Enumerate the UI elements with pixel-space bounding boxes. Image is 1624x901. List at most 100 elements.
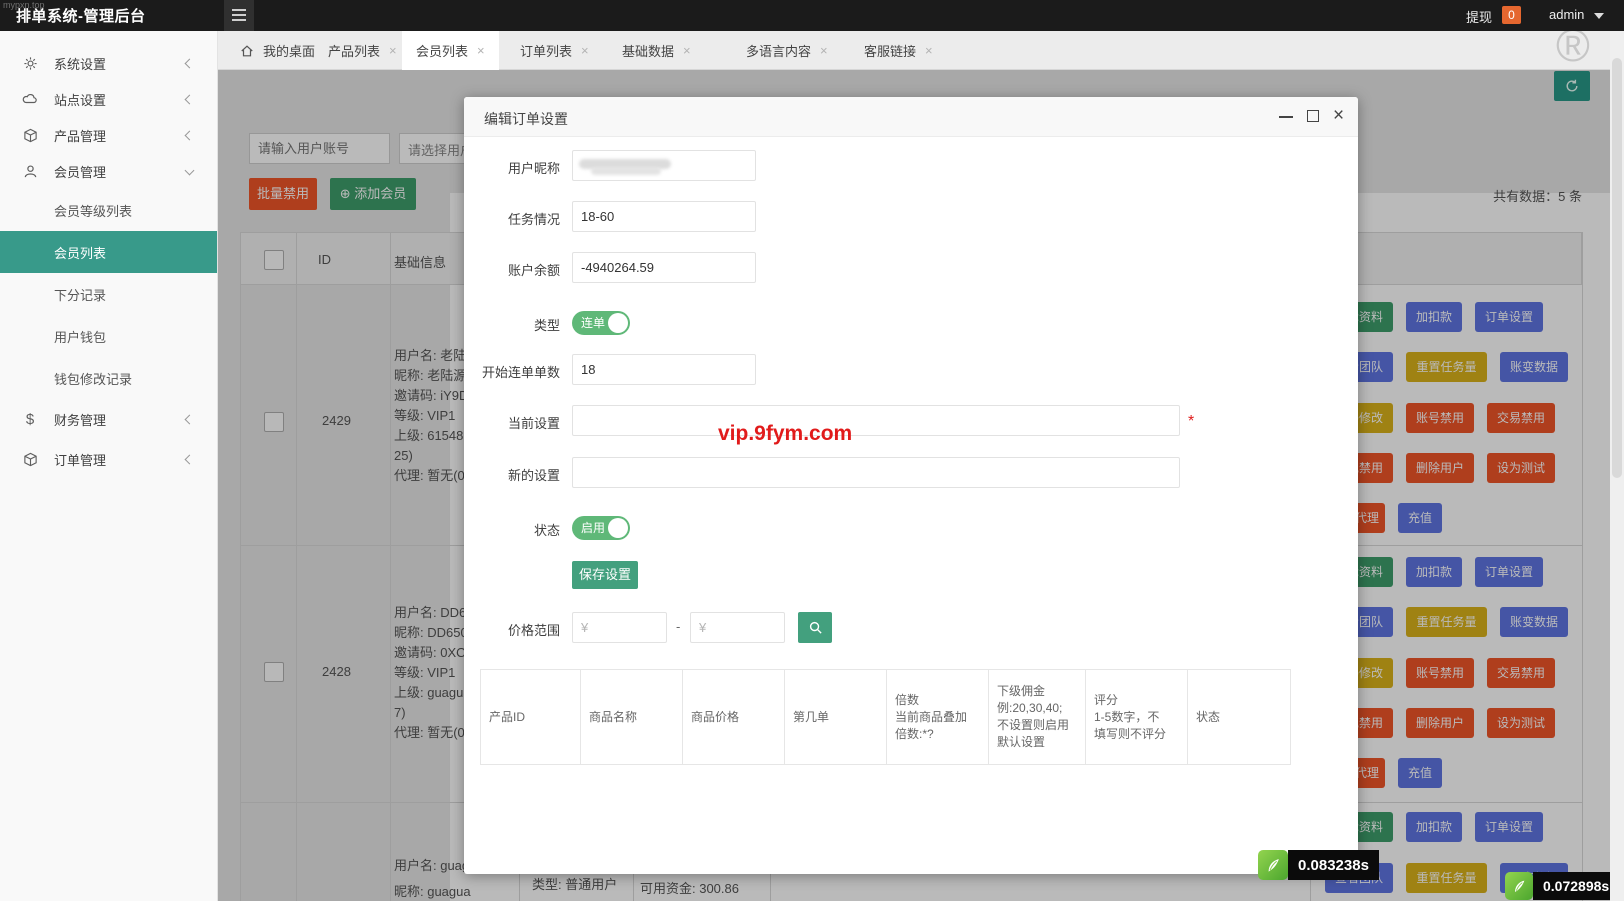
- sidebar-item-member-management[interactable]: 会员管理: [0, 153, 217, 189]
- gear-icon: [22, 55, 38, 71]
- field-label: 任务情况: [507, 212, 560, 227]
- column-header: 下级佣金 例:20,30,40; 不设置则启用 默认设置: [989, 670, 1086, 764]
- sidebar-item-order-management[interactable]: 订单管理: [0, 439, 217, 479]
- tab-label: 会员列表: [416, 44, 469, 59]
- chevron-left-icon: [184, 58, 195, 68]
- box-icon: [22, 451, 38, 467]
- tab-product-list[interactable]: 产品列表 ×: [314, 31, 411, 70]
- price-max-field[interactable]: [690, 612, 785, 643]
- field-label: 状态: [533, 523, 560, 538]
- tab-label: 基础数据: [622, 44, 675, 59]
- close-icon[interactable]: ×: [683, 43, 691, 58]
- price-min-field[interactable]: [572, 612, 667, 643]
- column-header: 产品ID: [481, 670, 581, 764]
- sidebar-item-product-management[interactable]: 产品管理: [0, 117, 217, 153]
- toggle-label: 启用: [581, 521, 606, 535]
- field-label: 价格范围: [507, 623, 560, 638]
- field-label: 开始连单单数: [481, 365, 560, 380]
- sidebar-item-label: 财务管理: [54, 412, 107, 428]
- corner-watermark: mypxn.top: [3, 0, 45, 10]
- site-watermark: vip.9fym.com: [718, 422, 853, 445]
- hamburger-icon: [232, 9, 246, 11]
- maximize-icon[interactable]: [1307, 110, 1319, 122]
- admin-user-menu[interactable]: admin: [1549, 7, 1584, 22]
- chevron-down-icon: [184, 165, 195, 176]
- task-status-field[interactable]: [572, 201, 756, 232]
- tab-multilanguage[interactable]: 多语言内容 ×: [732, 31, 842, 70]
- save-settings-button[interactable]: 保存设置: [572, 561, 638, 589]
- sidebar-item-label: 下分记录: [54, 287, 107, 303]
- hamburger-icon: [232, 19, 246, 21]
- field-label: 用户昵称: [507, 161, 560, 176]
- tab-base-data[interactable]: 基础数据 ×: [608, 31, 705, 70]
- cloud-icon: [22, 91, 38, 107]
- tab-label: 多语言内容: [746, 44, 812, 59]
- timer-text: 0.083238s: [1288, 850, 1379, 880]
- start-chain-count-field[interactable]: [572, 354, 756, 385]
- chevron-left-icon: [184, 130, 195, 140]
- current-setting-field[interactable]: [572, 405, 1180, 436]
- withdraw-link[interactable]: 提现: [1466, 7, 1492, 26]
- nickname-field[interactable]: [572, 150, 756, 181]
- top-header-bar: mypxn.top 排单系统-管理后台 提现 0 admin: [0, 0, 1624, 31]
- search-icon: [809, 621, 822, 634]
- person-icon: [22, 163, 38, 179]
- close-icon[interactable]: ×: [820, 43, 828, 58]
- modal-title: 编辑订单设置: [484, 111, 568, 127]
- price-search-button[interactable]: [798, 612, 832, 643]
- column-header: 第几单: [785, 670, 887, 764]
- app-root: mypxn.top 排单系统-管理后台 提现 0 admin 我的桌面 产品列表…: [0, 0, 1624, 901]
- edit-order-settings-modal: 编辑订单设置 × 用户昵称 任务情况 账户余额 类型 连单 开始连单单数 当前设…: [464, 97, 1358, 874]
- sidebar-item-downscore-records[interactable]: 下分记录: [0, 273, 217, 315]
- load-time-badge: 0.072898s: [1505, 872, 1620, 900]
- chevron-left-icon: [184, 454, 195, 464]
- tab-label: 订单列表: [520, 44, 573, 59]
- redacted-text: [591, 167, 661, 175]
- close-icon[interactable]: ×: [1333, 105, 1344, 127]
- sidebar-item-wallet-modify-records[interactable]: 钱包修改记录: [0, 357, 217, 399]
- column-header: 状态: [1196, 709, 1221, 724]
- field-label: 账户余额: [507, 263, 560, 278]
- field-label: 新的设置: [507, 468, 560, 483]
- close-icon[interactable]: ×: [581, 43, 589, 58]
- product-settings-table: 产品ID 商品名称 商品价格 第几单 倍数 当前商品叠加 倍数:*? 下级佣金 …: [480, 669, 1291, 765]
- sidebar-item-user-wallet[interactable]: 用户钱包: [0, 315, 217, 357]
- chevron-down-icon: [1594, 13, 1604, 19]
- load-time-badge: 0.083238s: [1258, 850, 1379, 880]
- scrollbar-thumb[interactable]: [1612, 58, 1622, 478]
- tab-customer-service[interactable]: 客服链接 ×: [850, 31, 947, 70]
- menu-toggle-button[interactable]: [224, 0, 254, 31]
- toggle-knob: [608, 313, 628, 333]
- sidebar-item-label: 订单管理: [54, 452, 107, 468]
- sidebar-item-member-list[interactable]: 会员列表: [0, 231, 217, 273]
- toggle-knob: [608, 518, 628, 538]
- leaf-icon: [1505, 872, 1533, 900]
- tab-order-list[interactable]: 订单列表 ×: [506, 31, 603, 70]
- close-icon[interactable]: ×: [389, 43, 397, 58]
- sidebar-item-system-settings[interactable]: 系统设置: [0, 45, 217, 81]
- withdraw-count-badge: 0: [1502, 6, 1521, 24]
- tab-member-list[interactable]: 会员列表 ×: [402, 31, 499, 70]
- sidebar-item-label: 用户钱包: [54, 329, 107, 345]
- dollar-icon: $: [25, 410, 35, 428]
- sidebar-item-label: 会员管理: [54, 164, 107, 180]
- account-balance-field[interactable]: [572, 252, 756, 283]
- tab-label: 客服链接: [864, 44, 917, 59]
- sidebar-item-site-settings[interactable]: 站点设置: [0, 81, 217, 117]
- close-icon[interactable]: ×: [477, 43, 485, 58]
- toggle-label: 连单: [581, 316, 606, 330]
- type-toggle[interactable]: 连单: [572, 311, 630, 335]
- sidebar-nav: 系统设置 站点设置 产品管理 会员管理 会员等级列表 会员列表 下分记录 用户钱…: [0, 31, 218, 901]
- sidebar-item-finance-management[interactable]: $ 财务管理: [0, 399, 217, 439]
- column-header: 商品名称: [581, 670, 683, 764]
- tab-bar: 我的桌面 产品列表 × 会员列表 × 订单列表 × 基础数据 × 多语言内容 × 客服链接…: [218, 31, 1624, 70]
- leaf-icon: [1258, 850, 1288, 880]
- sidebar-item-label: 站点设置: [54, 92, 107, 108]
- price-range-separator: -: [676, 619, 681, 634]
- sidebar-item-member-level-list[interactable]: 会员等级列表: [0, 189, 217, 231]
- new-setting-field[interactable]: [572, 457, 1180, 488]
- column-header: 评分 1-5数字，不 填写则不评分: [1086, 670, 1188, 764]
- minimize-icon[interactable]: [1279, 116, 1293, 118]
- close-icon[interactable]: ×: [925, 43, 933, 58]
- status-toggle[interactable]: 启用: [572, 516, 630, 540]
